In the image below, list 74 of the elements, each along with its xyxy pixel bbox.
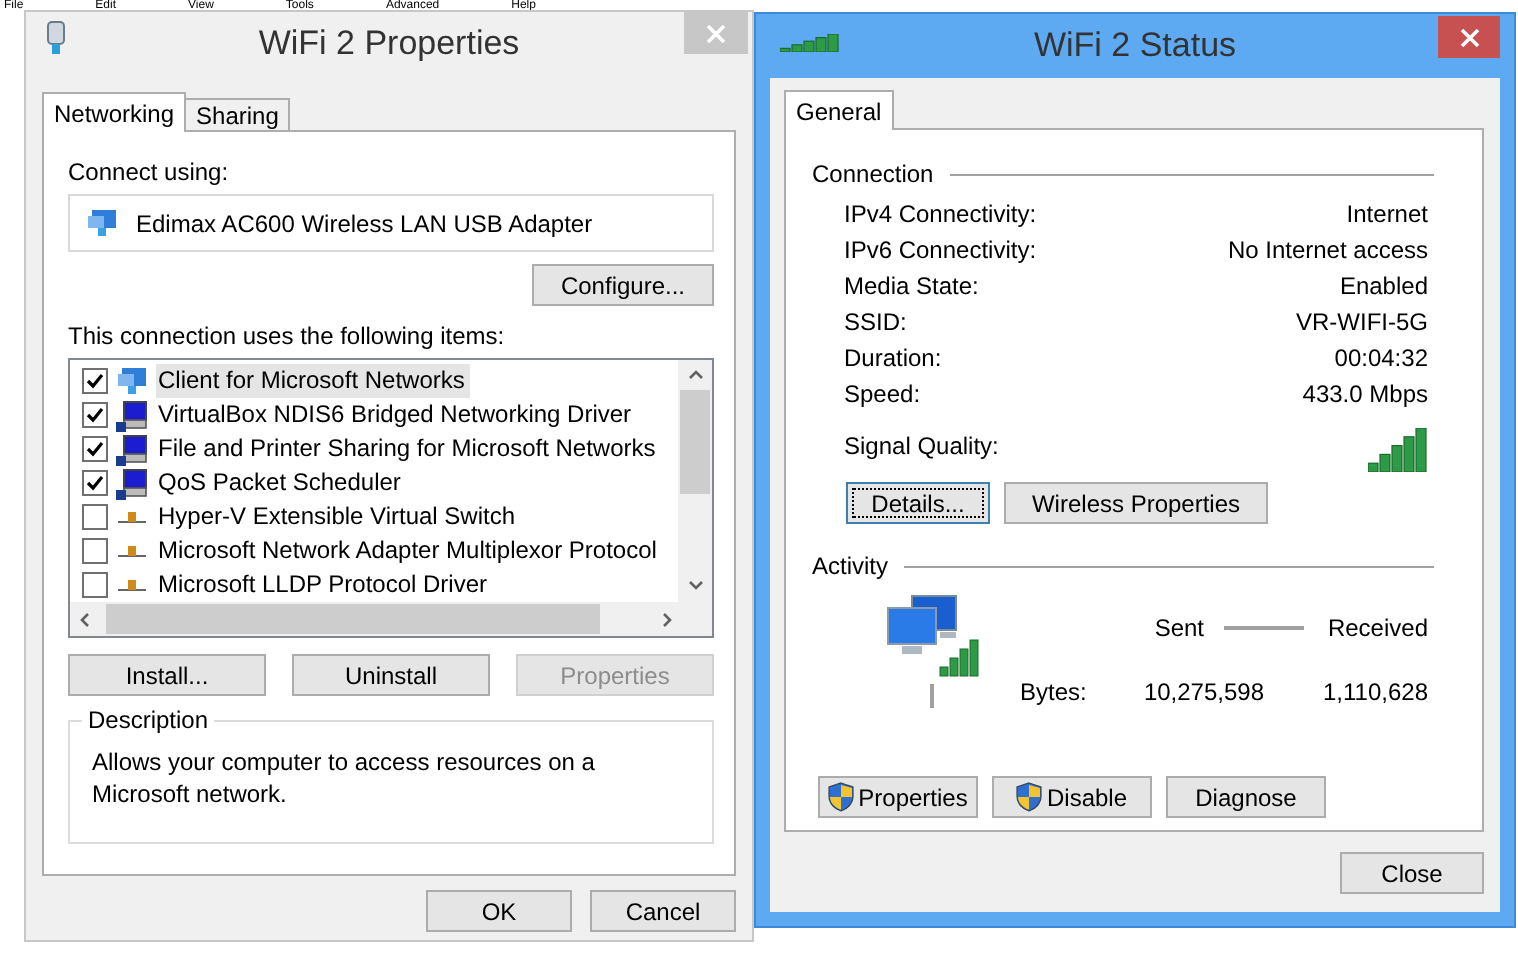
bytes-label: Bytes: — [1020, 678, 1089, 706]
tab[interactable]: Networking — [42, 92, 187, 132]
shield-icon — [1016, 782, 1043, 812]
info-label: Media State: — [844, 272, 979, 300]
vertical-scrollbar[interactable] — [678, 360, 712, 602]
info-value: 00:04:32 — [1334, 344, 1428, 372]
items-label: This connection uses the following items: — [68, 320, 507, 352]
checkbox[interactable] — [82, 470, 108, 496]
computer-icon — [116, 399, 148, 431]
section-title: Connection — [812, 160, 934, 188]
info-value: No Internet access — [1227, 236, 1428, 264]
close-icon — [706, 23, 726, 43]
received-bytes: 1,110,628 — [1323, 678, 1428, 706]
shield-icon — [828, 782, 855, 812]
description-title: Description — [82, 706, 215, 734]
info-value: Enabled — [1339, 272, 1428, 300]
protocol-icon — [116, 577, 148, 593]
info-value: 433.0 Mbps — [1302, 380, 1428, 408]
signal-strength-icon — [1368, 428, 1428, 472]
close-icon — [1459, 27, 1479, 47]
list-item[interactable]: Microsoft LLDP Protocol Driver — [156, 568, 493, 602]
checkbox[interactable] — [82, 572, 108, 598]
window-title: WiFi 2 Properties — [256, 24, 522, 64]
list-item[interactable]: Client for Microsoft Networks — [156, 364, 471, 398]
list-item[interactable]: QoS Packet Scheduler — [156, 466, 407, 500]
close-dialog-button[interactable]: Close — [1340, 852, 1484, 894]
window-title: WiFi 2 Status — [1031, 26, 1239, 66]
protocol-icon — [116, 509, 148, 525]
activity-button[interactable]: Diagnose — [1166, 776, 1326, 818]
adapter-field: Edimax AC600 Wireless LAN USB Adapter — [68, 194, 714, 252]
section-title: Activity — [812, 552, 889, 580]
item-action-button[interactable]: Uninstall — [292, 654, 490, 696]
connection-button[interactable]: Wireless Properties — [1004, 482, 1268, 524]
received-label: Received — [1327, 614, 1428, 642]
activity-button[interactable]: Properties — [818, 776, 978, 818]
checkbox[interactable] — [82, 538, 108, 564]
list-item[interactable]: Microsoft Network Adapter Multiplexor Protocol — [156, 534, 663, 568]
protocol-icon — [116, 543, 148, 559]
description-text: Allows your computer to access resources on a Microsoft network. — [92, 748, 595, 808]
network-adapter-icon — [46, 20, 66, 56]
info-label: IPv6 Connectivity: — [844, 236, 1037, 264]
tab[interactable]: Sharing — [184, 98, 291, 132]
info-value: VR-WIFI-5G — [1296, 308, 1428, 336]
checkbox[interactable] — [82, 436, 108, 462]
activity-button[interactable]: Disable — [992, 776, 1152, 818]
computers-icon — [884, 592, 980, 680]
checkbox[interactable] — [82, 504, 108, 530]
connection-button[interactable]: Details... — [846, 482, 990, 524]
computer-icon — [116, 467, 148, 499]
signal-icon — [780, 34, 840, 52]
checkbox[interactable] — [82, 402, 108, 428]
computer-icon — [116, 433, 148, 465]
list-item[interactable]: VirtualBox NDIS6 Bridged Networking Driver — [156, 398, 638, 432]
connect-using-label: Connect using: — [68, 156, 231, 188]
dialog-button[interactable]: OK — [426, 890, 572, 932]
info-value: Internet — [1346, 200, 1428, 228]
checkbox[interactable] — [82, 368, 108, 394]
item-action-button[interactable]: Install... — [68, 654, 266, 696]
sent-bytes: 10,275,598 — [1143, 678, 1264, 706]
network-client-icon — [116, 366, 148, 396]
info-label: IPv4 Connectivity: — [844, 200, 1037, 228]
configure-button[interactable]: Configure... — [532, 264, 714, 306]
sent-label: Sent — [1154, 614, 1204, 642]
list-item[interactable]: File and Printer Sharing for Microsoft Networks — [156, 432, 662, 466]
info-label: SSID: — [844, 308, 907, 336]
horizontal-scrollbar[interactable] — [70, 602, 712, 636]
tab[interactable]: General — [784, 90, 894, 130]
network-client-icon — [86, 208, 118, 238]
info-label: Speed: — [844, 380, 921, 408]
info-label: Signal Quality: — [844, 432, 999, 460]
dialog-button[interactable]: Cancel — [590, 890, 736, 932]
list-item[interactable]: Hyper-V Extensible Virtual Switch — [156, 500, 522, 534]
info-label: Duration: — [844, 344, 942, 372]
close-button[interactable] — [1438, 16, 1500, 58]
